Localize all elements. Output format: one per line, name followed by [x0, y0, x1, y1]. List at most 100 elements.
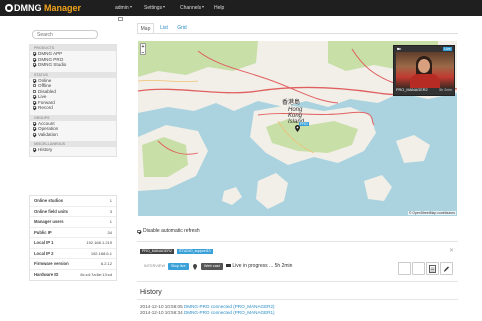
pencil-icon: [444, 266, 449, 272]
stat-label: Public IP: [34, 229, 52, 235]
stat-label: Local IP 2: [34, 250, 54, 256]
live-camera-card[interactable]: ■▸ Live PRO_MANAGER2 5h 2min: [393, 45, 455, 96]
live-status-text: Live in progress ... 5h 2min: [232, 263, 293, 269]
checkbox-checked[interactable]: [33, 127, 36, 131]
brand-suffix: Manager: [44, 3, 82, 13]
stat-value: 3: [109, 208, 112, 214]
caret-down-icon: [129, 6, 132, 8]
nav-channels-label: Channels: [180, 5, 202, 11]
history-time: 2014-12-10 10:56:05: [140, 304, 183, 309]
checkbox-checked[interactable]: [33, 78, 36, 82]
stop-live-button[interactable]: Stop live: [168, 263, 189, 270]
map-view[interactable]: + − 香港島 Hong Kong Island PRO ■▸ Live PRO…: [138, 41, 457, 216]
history-time: 2014-12-10 10:56:34: [140, 310, 183, 315]
history-link[interactable]: DMNG-PRO connected (PRO_MANAGER2): [184, 304, 275, 309]
dmng-logo-icon: [5, 4, 13, 12]
action-button-1[interactable]: [398, 262, 411, 275]
checkbox-checked[interactable]: [33, 106, 36, 110]
refresh-label: Disable automatic refresh: [143, 228, 200, 234]
document-button[interactable]: [426, 262, 439, 275]
checkbox-checked[interactable]: [33, 132, 36, 136]
history-divider: [137, 299, 458, 300]
checkbox-checked[interactable]: [33, 57, 36, 61]
filter-label: Record: [38, 105, 53, 110]
mode-label: INTERVIEW: [144, 264, 166, 268]
checkbox-unchecked[interactable]: [33, 84, 36, 88]
checkbox-checked[interactable]: [33, 148, 36, 152]
sidebar-collapse-icon[interactable]: [118, 17, 123, 21]
stat-row: Online field units 3: [30, 207, 116, 217]
filter-dmng-studio[interactable]: DMNG Studio: [30, 62, 116, 68]
filter-label: Online: [38, 77, 52, 83]
checkbox-checked[interactable]: [33, 52, 36, 56]
filter-label: DMNG APP: [38, 51, 63, 56]
filter-panel: PRODUCTS DMNG APP DMNG PRO DMNG Studio S…: [29, 44, 117, 157]
filter-history[interactable]: History: [30, 147, 116, 153]
document-icon: [429, 265, 436, 273]
caret-down-icon: [202, 6, 205, 8]
close-icon[interactable]: ✕: [449, 247, 454, 254]
filter-record[interactable]: Record: [30, 105, 116, 111]
web-cast-button[interactable]: Web cast: [201, 263, 223, 270]
stat-label: Online studios: [34, 198, 64, 203]
map-attribution[interactable]: © OpenStreetMap contributors: [407, 211, 456, 215]
nav-admin-label: admin: [115, 5, 129, 11]
brand-logo[interactable]: DMNG Manager: [5, 3, 81, 13]
nav-channels[interactable]: Channels: [180, 5, 205, 11]
filter-label: Offline: [38, 83, 52, 88]
filter-label: DMNG PRO: [38, 56, 64, 62]
history-entry: 2014-12-10 10:56:34 DMNG-PRO connected (…: [140, 310, 275, 316]
map-zoom-control[interactable]: + −: [140, 43, 146, 56]
stat-row: Firmware version 6.2.12: [30, 259, 116, 270]
stat-value: 192.168.1.219: [86, 240, 112, 245]
stat-label: Local IP 1: [34, 240, 54, 245]
filter-label: Account: [38, 120, 55, 126]
studio-badge: STUDIO_support13: [177, 249, 213, 254]
marker-label: PRO: [299, 122, 309, 126]
nav-help[interactable]: Help: [214, 5, 224, 11]
stat-value: .34: [106, 229, 112, 235]
section-divider: [137, 241, 458, 242]
map-marker-icon[interactable]: [295, 125, 300, 132]
stat-value: 1: [109, 198, 112, 203]
search-input[interactable]: [32, 30, 98, 39]
stat-label: Online field units: [34, 208, 68, 214]
small-island-land: [364, 175, 392, 201]
checkbox-unchecked[interactable]: [33, 89, 36, 93]
disable-refresh-toggle[interactable]: Disable automatic refresh: [137, 228, 200, 234]
stats-panel: Online studios 1 Online field units 3 Mana…: [29, 195, 117, 281]
checkbox-checked[interactable]: [33, 63, 36, 67]
tab-divider: [137, 33, 458, 34]
history-link[interactable]: DMNG-PRO connected (PRO_MANAGER1): [184, 310, 275, 315]
checkbox-checked[interactable]: [33, 100, 36, 104]
stat-row: Local IP 1 192.168.1.219: [30, 238, 116, 249]
checkbox-checked[interactable]: [137, 229, 141, 233]
stat-label: Firmware version: [34, 261, 69, 266]
location-icon[interactable]: [193, 264, 197, 270]
stat-row: Online studios 1: [30, 196, 116, 207]
small-island-land: [396, 135, 430, 163]
map-label-hong-kong-zh: 香港島: [282, 100, 301, 106]
device-badge: PRO_MANAGER2: [140, 249, 174, 254]
filter-label: DMNG Studio: [38, 62, 67, 67]
edit-button[interactable]: [440, 262, 453, 275]
camera-duration: 5h 2min: [439, 88, 452, 92]
thumbnail-face: [418, 59, 430, 73]
nav-help-label: Help: [214, 5, 225, 11]
zoom-out-button[interactable]: −: [141, 50, 145, 56]
stat-value: 1: [109, 219, 112, 224]
stat-value: 6.2.12: [100, 261, 112, 266]
top-navbar: DMNG Manager admin Settings Channels Hel…: [0, 0, 482, 16]
caret-down-icon: [163, 6, 166, 8]
filter-label: History: [38, 147, 53, 152]
stat-row: Manager users 1: [30, 217, 116, 228]
checkbox-checked[interactable]: [33, 95, 36, 99]
checkbox-checked[interactable]: [33, 121, 36, 125]
camera-status-icon: [226, 263, 231, 267]
nav-admin[interactable]: admin: [115, 5, 132, 11]
nav-settings[interactable]: Settings: [144, 5, 166, 11]
stat-row: Local IP 2 192.168.6.1: [30, 249, 116, 259]
action-button-2[interactable]: [412, 262, 425, 275]
filter-validation[interactable]: Validation: [30, 132, 116, 138]
video-camera-icon: ■▸: [397, 46, 402, 51]
